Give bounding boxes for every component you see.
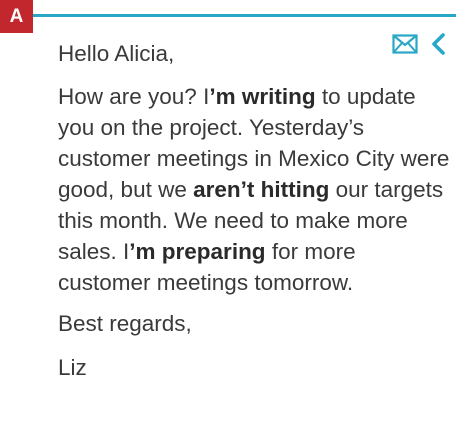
body-segment-bold: aren’t hitting bbox=[193, 177, 330, 202]
header-rule bbox=[33, 14, 456, 17]
email-closing: Best regards, bbox=[58, 311, 192, 336]
section-badge: A bbox=[0, 0, 33, 33]
email-greeting: Hello Alicia, bbox=[58, 41, 175, 66]
email-signature: Liz bbox=[58, 355, 87, 380]
body-segment-bold: ’m writing bbox=[209, 84, 316, 109]
body-segment-bold: ’m preparing bbox=[129, 239, 266, 264]
email-message: Hello Alicia, How are you? I’m writing t… bbox=[58, 38, 450, 383]
body-segment: How are you? I bbox=[58, 84, 210, 109]
email-body: How are you? I’m writing to update you o… bbox=[58, 81, 450, 298]
